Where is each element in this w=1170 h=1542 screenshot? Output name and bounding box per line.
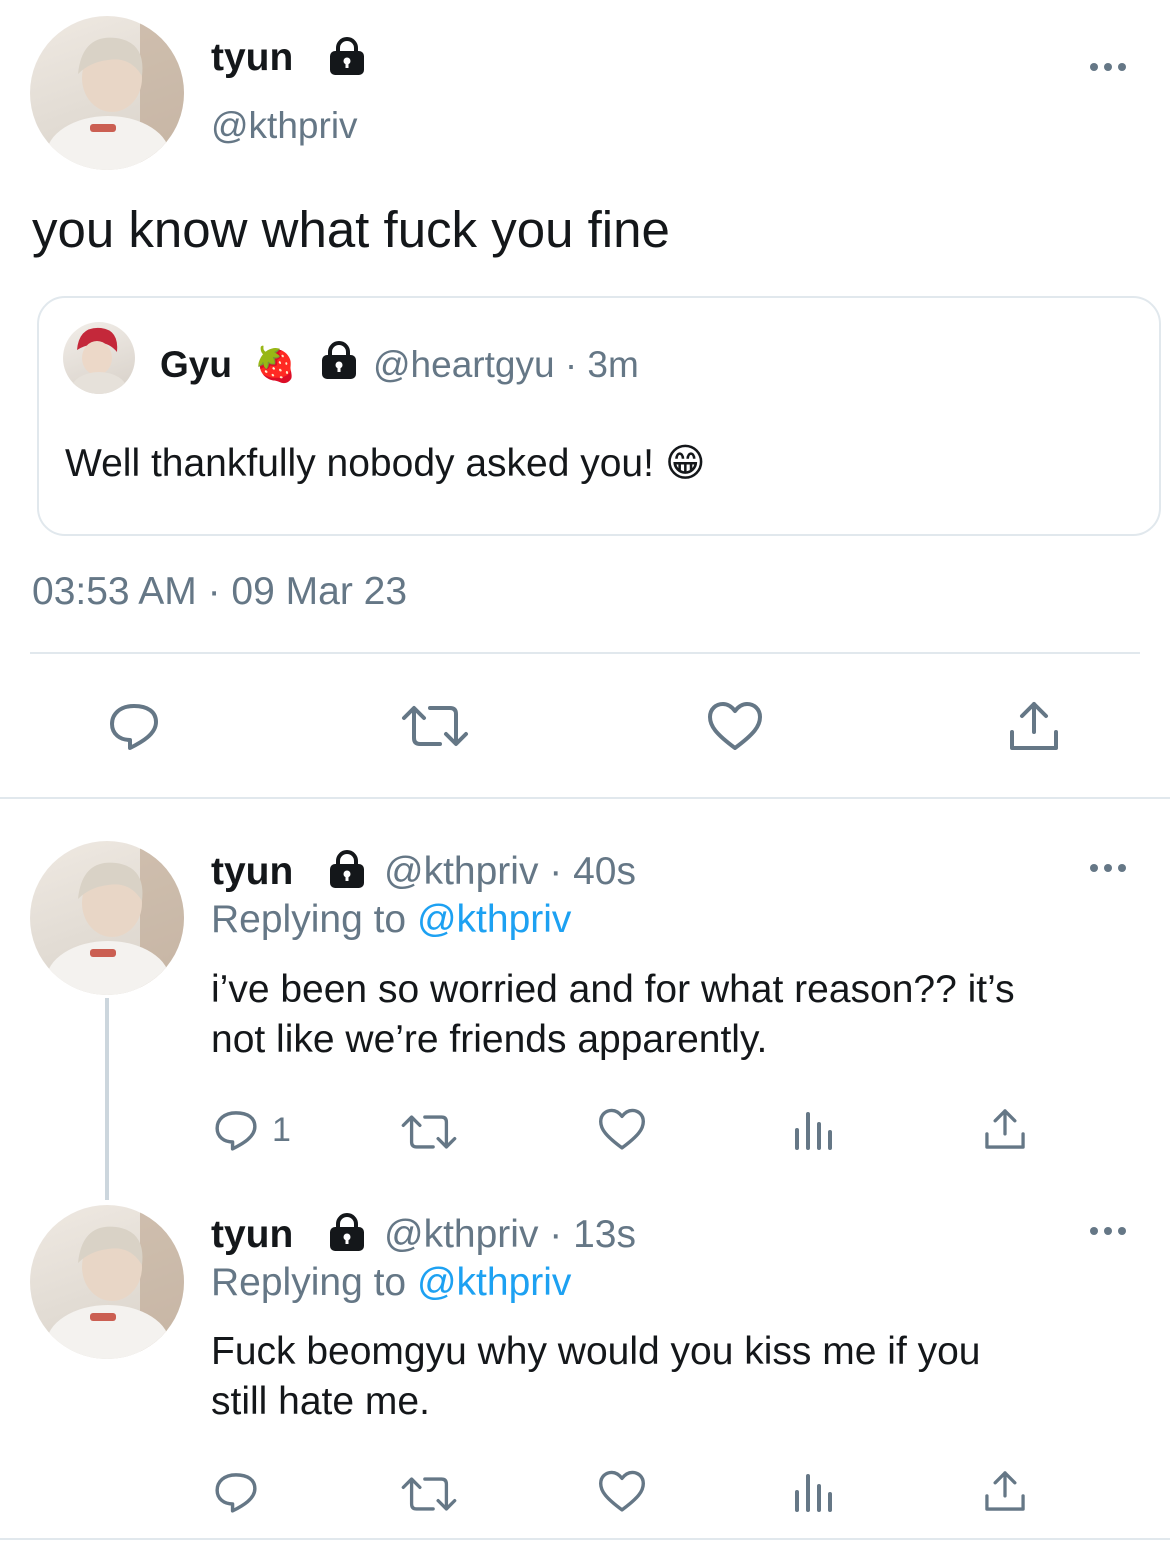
replying-to-label: Replying to: [211, 898, 407, 941]
reply-1-replying-to: Replying to @kthpriv: [211, 896, 571, 944]
retweet-button[interactable]: [400, 1472, 458, 1516]
reply-1-handle-time[interactable]: @kthpriv · 40s: [384, 848, 636, 896]
reply-button[interactable]: [212, 1106, 260, 1154]
like-icon: [708, 702, 762, 750]
analytics-icon: [795, 1112, 832, 1150]
reply-1-avatar[interactable]: [30, 841, 184, 995]
main-handle[interactable]: @kthpriv: [211, 103, 358, 149]
share-icon: [985, 1471, 1025, 1511]
section-divider: [0, 797, 1170, 799]
reply-icon: [215, 1473, 257, 1513]
main-display-name[interactable]: tyun: [211, 34, 293, 82]
share-icon: [985, 1109, 1025, 1149]
main-timestamp[interactable]: 03:53 AM · 09 Mar 23: [32, 568, 407, 616]
quoted-handle-time[interactable]: @heartgyu · 3m: [373, 342, 639, 388]
retweet-icon: [401, 1477, 457, 1511]
main-divider: [30, 652, 1140, 654]
replying-to-handle[interactable]: @kthpriv: [417, 898, 571, 941]
avatar-photo: [46, 16, 184, 170]
bottom-divider: [0, 1538, 1170, 1540]
reply-button[interactable]: [212, 1468, 260, 1516]
reply-icon: [110, 704, 158, 750]
quoted-name-emoji: 🍓: [254, 346, 297, 384]
retweet-icon: [402, 706, 468, 746]
like-icon: [599, 1470, 645, 1512]
reply-2-handle-time[interactable]: @kthpriv · 13s: [384, 1211, 636, 1259]
analytics-icon: [795, 1474, 832, 1512]
main-avatar[interactable]: [30, 16, 184, 170]
quoted-tweet-text: Well thankfully nobody asked you! 😁: [65, 440, 705, 488]
share-icon: [1010, 702, 1058, 750]
analytics-button[interactable]: [792, 1108, 834, 1152]
reply-2-replying-to: Replying to @kthpriv: [211, 1259, 571, 1307]
grinning-emoji: 😁: [664, 442, 706, 485]
reply-2-text-line-1: Fuck beomgyu why would you kiss me if yo…: [211, 1330, 981, 1373]
avatar-photo: [46, 1205, 184, 1359]
reply-2-avatar[interactable]: [30, 1205, 184, 1359]
more-horizontal-icon[interactable]: [1088, 853, 1130, 883]
quoted-display-name[interactable]: Gyu: [160, 342, 232, 388]
lock-icon: [322, 341, 356, 379]
reply-icon: [215, 1111, 257, 1151]
analytics-button[interactable]: [792, 1470, 834, 1514]
replying-to-label: Replying to: [211, 1261, 407, 1304]
reply-count: 1: [272, 1111, 291, 1149]
share-button[interactable]: [982, 1468, 1028, 1514]
reply-1-display-name[interactable]: tyun: [211, 848, 293, 896]
like-button[interactable]: [597, 1107, 647, 1153]
quoted-tweet-card[interactable]: [37, 296, 1161, 536]
more-horizontal-icon[interactable]: [1088, 52, 1130, 82]
like-button[interactable]: [706, 700, 764, 754]
thread-line: [105, 998, 109, 1200]
retweet-icon: [401, 1115, 457, 1149]
lock-icon: [330, 850, 364, 888]
reply-2-display-name[interactable]: tyun: [211, 1211, 293, 1259]
lock-icon: [330, 1213, 364, 1251]
quoted-avatar[interactable]: [63, 322, 135, 394]
replying-to-handle[interactable]: @kthpriv: [417, 1261, 571, 1304]
more-horizontal-icon[interactable]: [1088, 1216, 1130, 1246]
like-button[interactable]: [597, 1469, 647, 1515]
lock-icon: [330, 37, 364, 75]
retweet-button[interactable]: [400, 1110, 458, 1154]
share-button[interactable]: [1006, 698, 1062, 754]
share-button[interactable]: [982, 1106, 1028, 1152]
reply-2-text-line-2: still hate me.: [211, 1380, 430, 1423]
reply-1-text-line-1: i’ve been so worried and for what reason…: [211, 968, 1015, 1011]
avatar-photo: [46, 841, 184, 995]
reply-1-text-line-2: not like we’re friends apparently.: [211, 1018, 768, 1061]
quoted-avatar-photo: [71, 327, 127, 394]
main-tweet-text: you know what fuck you fine: [32, 201, 670, 258]
retweet-button[interactable]: [400, 700, 470, 752]
like-icon: [599, 1108, 645, 1150]
quoted-text-body: Well thankfully nobody asked you!: [65, 442, 654, 485]
reply-button[interactable]: [106, 698, 162, 754]
